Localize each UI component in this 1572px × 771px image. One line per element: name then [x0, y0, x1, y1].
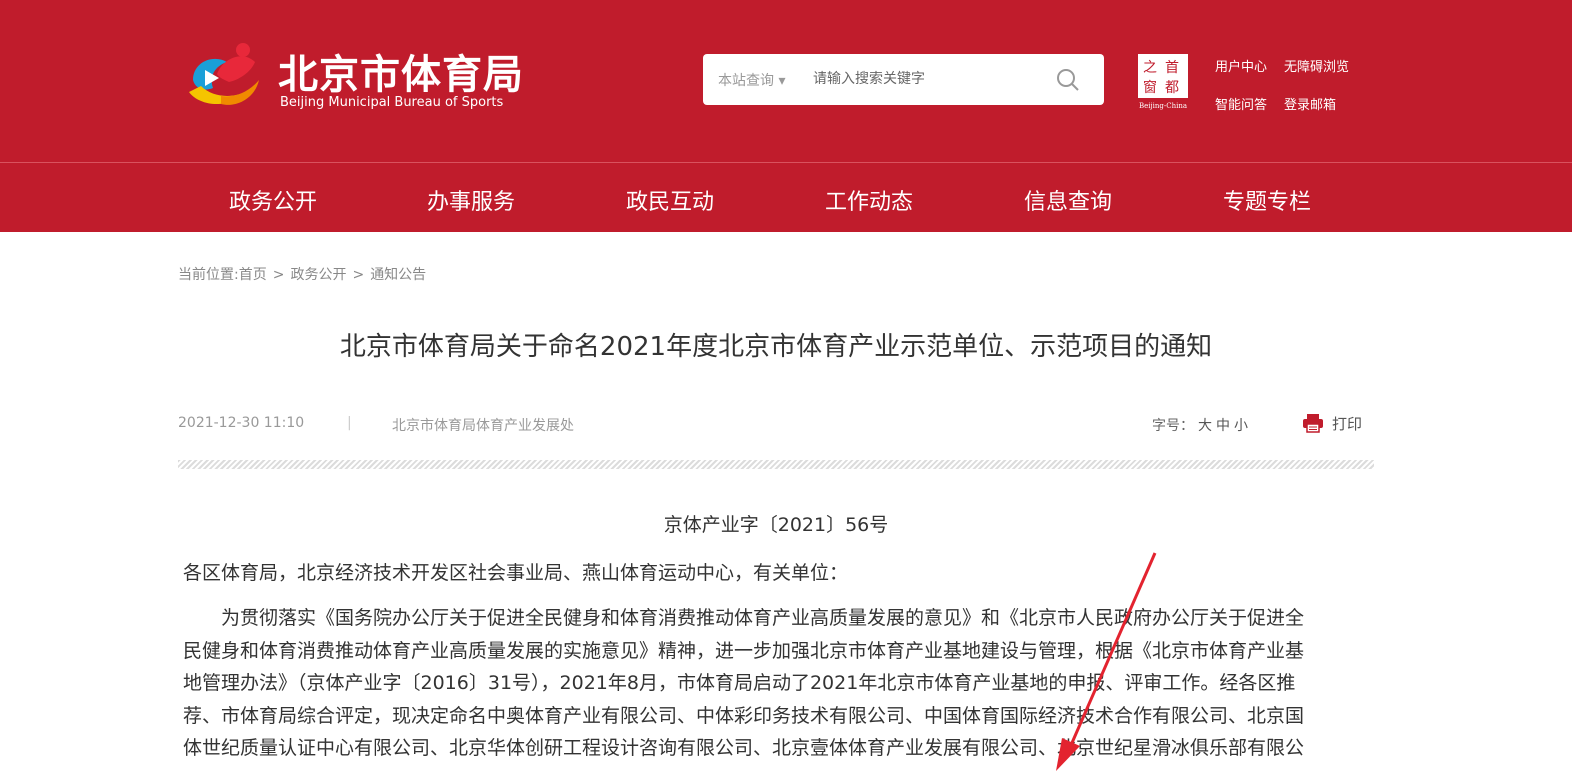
nav-item-interaction[interactable]: 政民互动	[626, 184, 714, 216]
print-label: 打印	[1332, 415, 1363, 433]
body-line: 荐、市体育局综合评定，现决定命名中奥体育产业有限公司、中体彩印务技术有限公司、中…	[183, 704, 1305, 727]
font-size-medium[interactable]: 中	[1216, 418, 1230, 434]
breadcrumb-notices[interactable]: 通知公告	[370, 267, 426, 283]
body-line: 体世纪质量认证中心有限公司、北京华体创研工程设计咨询有限公司、北京壹体体育产业发…	[183, 737, 1305, 759]
nav-item-work-news[interactable]: 工作动态	[825, 184, 913, 216]
main-nav: 政务公开 办事服务 政民互动 工作动态 信息查询 专题专栏	[0, 162, 1572, 232]
document-number: 京体产业字〔2021〕56号	[663, 514, 889, 536]
breadcrumb: 当前位置:首页 > 政务公开 > 通知公告	[178, 264, 426, 284]
search-input[interactable]	[813, 66, 1043, 92]
svg-text:窗: 窗	[1143, 79, 1157, 96]
capital-beijing-logo-icon[interactable]: 之 首 窗 都 Beijing-China	[1135, 52, 1191, 110]
font-size-label: 字号：	[1152, 418, 1194, 434]
article-body: 为贯彻落实《国务院办公厅关于促进全民健身和体育消费推动体育产业高质量发展的意见》…	[183, 602, 1373, 765]
bureau-logo-icon[interactable]	[185, 40, 263, 114]
salutation: 各区体育局，北京经济技术开发区社会事业局、燕山体育运动中心，有关单位：	[183, 562, 849, 584]
link-user-center[interactable]: 用户中心	[1215, 56, 1267, 75]
svg-text:首: 首	[1165, 60, 1179, 76]
breadcrumb-gov-open[interactable]: 政务公开	[290, 267, 346, 283]
search-scope-select[interactable]: 本站查询 ▾	[718, 70, 785, 90]
nav-item-gov-open[interactable]: 政务公开	[229, 184, 317, 216]
body-line: 为贯彻落实《国务院办公厅关于促进全民健身和体育消费推动体育产业高质量发展的意见》…	[183, 607, 1305, 629]
font-size-small[interactable]: 小	[1234, 418, 1248, 434]
article-source: 北京市体育局体育产业发展处	[392, 418, 574, 434]
svg-text:之: 之	[1143, 60, 1157, 76]
capital-logo-caption: Beijing-China	[1139, 102, 1187, 110]
nav-item-special-topics[interactable]: 专题专栏	[1223, 184, 1311, 216]
link-smart-qa[interactable]: 智能问答	[1215, 94, 1267, 113]
article-date: 2021-12-30 11:10	[178, 415, 305, 431]
breadcrumb-home[interactable]: 首页	[239, 267, 267, 283]
breadcrumb-separator: >	[272, 267, 285, 283]
site-title[interactable]: 北京市体育局	[278, 42, 524, 100]
printer-icon	[1303, 414, 1323, 433]
search-box: 本站查询 ▾	[703, 54, 1104, 105]
breadcrumb-separator: >	[352, 267, 365, 283]
link-login-mail[interactable]: 登录邮箱	[1284, 94, 1336, 113]
body-line: 地管理办法》（京体产业字〔2016〕31号），2021年8月，市体育局启动了20…	[183, 672, 1296, 694]
body-line: 民健身和体育消费推动体育产业高质量发展的实施意见》精神，进一步加强北京市体育产业…	[183, 639, 1305, 662]
nav-item-info-query[interactable]: 信息查询	[1024, 184, 1112, 216]
meta-separator: |	[347, 415, 352, 431]
font-size-large[interactable]: 大	[1198, 418, 1212, 434]
link-accessibility[interactable]: 无障碍浏览	[1284, 56, 1349, 75]
site-title-en: Beijing Municipal Bureau of Sports	[280, 95, 504, 110]
article-title: 北京市体育局关于命名2021年度北京市体育产业示范单位、示范项目的通知	[339, 332, 1213, 362]
search-icon[interactable]	[1055, 67, 1081, 93]
print-button[interactable]: 打印	[1302, 413, 1362, 434]
hatched-divider	[178, 460, 1374, 469]
breadcrumb-prefix: 当前位置:	[178, 267, 239, 283]
svg-text:都: 都	[1165, 80, 1179, 96]
font-size-control: 字号：大中小	[1152, 415, 1248, 435]
nav-item-services[interactable]: 办事服务	[427, 184, 515, 216]
site-header: 北京市体育局 Beijing Municipal Bureau of Sport…	[0, 0, 1572, 162]
